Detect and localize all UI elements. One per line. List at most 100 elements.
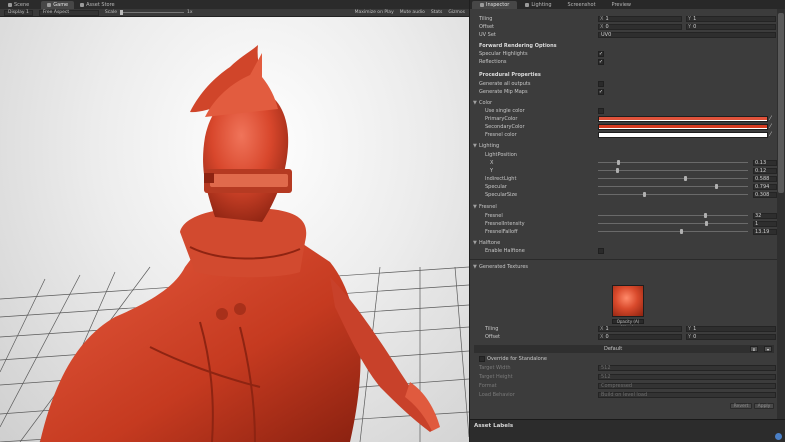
enable-halftone-checkbox[interactable] xyxy=(598,248,604,254)
revert-button[interactable]: Revert xyxy=(730,403,752,409)
reflections-checkbox[interactable]: ✓ xyxy=(598,59,604,65)
specular-size-slider[interactable] xyxy=(598,192,748,197)
specular-value-field[interactable]: 0.794 xyxy=(753,184,777,190)
generate-all-checkbox[interactable] xyxy=(598,81,604,87)
eyedropper-icon[interactable]: ⁄ xyxy=(770,123,771,130)
secondary-color-swatch[interactable] xyxy=(598,124,768,130)
specular-row: Specular 0.794 xyxy=(470,183,778,191)
generate-mips-row: Generate Mip Maps ✓ xyxy=(470,88,778,96)
indirect-light-thumb[interactable] xyxy=(684,176,688,181)
use-single-color-row: Use single color xyxy=(470,107,778,115)
uvset-dropdown[interactable]: UV0 xyxy=(598,32,776,38)
x-slider-thumb[interactable] xyxy=(617,160,621,165)
fresnel-falloff-value-field[interactable]: 13.19 xyxy=(753,229,777,235)
eyedropper-icon[interactable]: ⁄ xyxy=(770,131,771,138)
gizmos-button[interactable]: Gizmos xyxy=(448,10,465,15)
game-toolbar: Display 1 Free Aspect Scale 1x Maximize … xyxy=(0,9,469,17)
inspector-scrollbar[interactable] xyxy=(777,9,785,419)
foldout-arrow-icon[interactable]: ▼ xyxy=(473,204,477,210)
scale-thumb[interactable] xyxy=(120,10,123,15)
target-height-dropdown[interactable]: 512 xyxy=(598,374,776,380)
tab-asset-store-label: Asset Store xyxy=(86,2,115,8)
eyedropper-icon[interactable]: ⁄ xyxy=(770,115,771,122)
specular-highlights-row: Specular Highlights ✓ xyxy=(470,50,778,58)
y-slider[interactable] xyxy=(598,168,748,173)
tiling-y-field[interactable]: Y1 xyxy=(686,16,776,22)
platform-tabs: Default ⬇ ▾ xyxy=(474,345,774,353)
indirect-light-value-field[interactable]: 0.588 xyxy=(753,176,777,182)
tab-inspector[interactable]: Inspector xyxy=(472,1,518,9)
tab-game[interactable]: Game xyxy=(41,1,75,9)
tiling-x-field[interactable]: X1 xyxy=(598,16,682,22)
tab-scene[interactable]: Scene xyxy=(2,1,35,9)
platform-dropdown-icon[interactable]: ▾ xyxy=(764,346,772,352)
fresnel-group-row[interactable]: ▼ Fresnel xyxy=(470,203,778,211)
format-label: Format xyxy=(479,383,497,389)
stats-button[interactable]: Stats xyxy=(431,10,443,15)
fresnel-value-field[interactable]: 32 xyxy=(753,213,777,219)
tab-asset-store[interactable]: Asset Store xyxy=(74,1,120,9)
foldout-arrow-icon[interactable]: ▼ xyxy=(473,100,477,106)
specular-thumb[interactable] xyxy=(714,184,718,189)
foldout-arrow-icon[interactable]: ▼ xyxy=(473,143,477,149)
game-viewport[interactable] xyxy=(0,17,469,442)
indirect-light-slider[interactable] xyxy=(598,176,748,181)
maximize-on-play-button[interactable]: Maximize on Play xyxy=(355,10,394,15)
offset-x-field[interactable]: X0 xyxy=(598,24,682,30)
mute-audio-button[interactable]: Mute audio xyxy=(400,10,425,15)
fresnel-color-swatch[interactable] xyxy=(598,132,768,138)
tab-preview[interactable]: Preview xyxy=(604,1,639,9)
x-slider[interactable] xyxy=(598,160,748,165)
display-dropdown[interactable]: Display 1 xyxy=(4,9,33,16)
fresnel-slider[interactable] xyxy=(598,213,748,218)
display-dropdown-label: Display 1 xyxy=(8,10,29,15)
tab-lighting[interactable]: Lighting xyxy=(517,1,559,9)
platform-default-tab[interactable]: Default xyxy=(604,346,622,352)
offset-y-field[interactable]: Y0 xyxy=(686,24,776,30)
scale-track[interactable] xyxy=(120,10,184,15)
override-checkbox[interactable] xyxy=(479,356,485,362)
generate-all-label: Generate all outputs xyxy=(479,81,531,87)
scale-slider[interactable]: Scale 1x xyxy=(105,10,193,15)
lighting-group-row[interactable]: ▼ Lighting xyxy=(470,142,778,150)
scrollbar-thumb[interactable] xyxy=(778,13,784,193)
foldout-arrow-icon[interactable]: ▼ xyxy=(473,264,477,270)
generated-textures-row[interactable]: ▼ Generated Textures xyxy=(470,263,778,271)
load-behavior-dropdown[interactable]: Build on level load xyxy=(598,392,776,398)
generate-mips-checkbox[interactable]: ✓ xyxy=(598,89,604,95)
fresnel-intensity-thumb[interactable] xyxy=(705,221,709,226)
apply-button[interactable]: Apply xyxy=(754,403,774,409)
offset2-x-field[interactable]: X0 xyxy=(598,334,682,340)
specular-size-value-field[interactable]: 0.308 xyxy=(753,192,777,198)
platform-download-icon[interactable]: ⬇ xyxy=(750,346,758,352)
offset2-y-field[interactable]: Y0 xyxy=(686,334,776,340)
fresnel-intensity-value-field[interactable]: 1 xyxy=(753,221,777,227)
specular-size-thumb[interactable] xyxy=(643,192,647,197)
y-value-field[interactable]: 0.12 xyxy=(753,168,777,174)
override-label: Override for Standalone xyxy=(487,356,547,362)
specular-highlights-checkbox[interactable]: ✓ xyxy=(598,51,604,57)
procedural-header-row: Procedural Properties xyxy=(470,71,778,79)
tiling2-label: Tiling xyxy=(485,326,499,332)
x-value-field[interactable]: 0.13 xyxy=(753,160,777,166)
foldout-arrow-icon[interactable]: ▼ xyxy=(473,240,477,246)
format-dropdown[interactable]: Compressed xyxy=(598,383,776,389)
fresnel-falloff-slider[interactable] xyxy=(598,229,748,234)
albedo-texture-preview[interactable] xyxy=(612,285,644,317)
tiling2-x-field[interactable]: X1 xyxy=(598,326,682,332)
y-slider-thumb[interactable] xyxy=(615,168,619,173)
fresnel-falloff-thumb[interactable] xyxy=(680,229,684,234)
specular-slider[interactable] xyxy=(598,184,748,189)
fresnel-intensity-slider[interactable] xyxy=(598,221,748,226)
target-width-dropdown[interactable]: 512 xyxy=(598,365,776,371)
tab-screenshot[interactable]: Screenshot xyxy=(560,1,604,9)
aspect-dropdown[interactable]: Free Aspect xyxy=(38,9,99,16)
tiling2-y-field[interactable]: Y1 xyxy=(686,326,776,332)
color-group-row[interactable]: ▼ Color xyxy=(470,99,778,107)
use-single-color-checkbox[interactable] xyxy=(598,108,604,114)
tag-icon[interactable] xyxy=(775,433,782,440)
specular-highlights-label: Specular Highlights xyxy=(479,51,528,57)
fresnel-thumb[interactable] xyxy=(703,213,707,218)
primary-color-swatch[interactable] xyxy=(598,116,768,122)
halftone-group-row[interactable]: ▼ Halftone xyxy=(470,239,778,247)
